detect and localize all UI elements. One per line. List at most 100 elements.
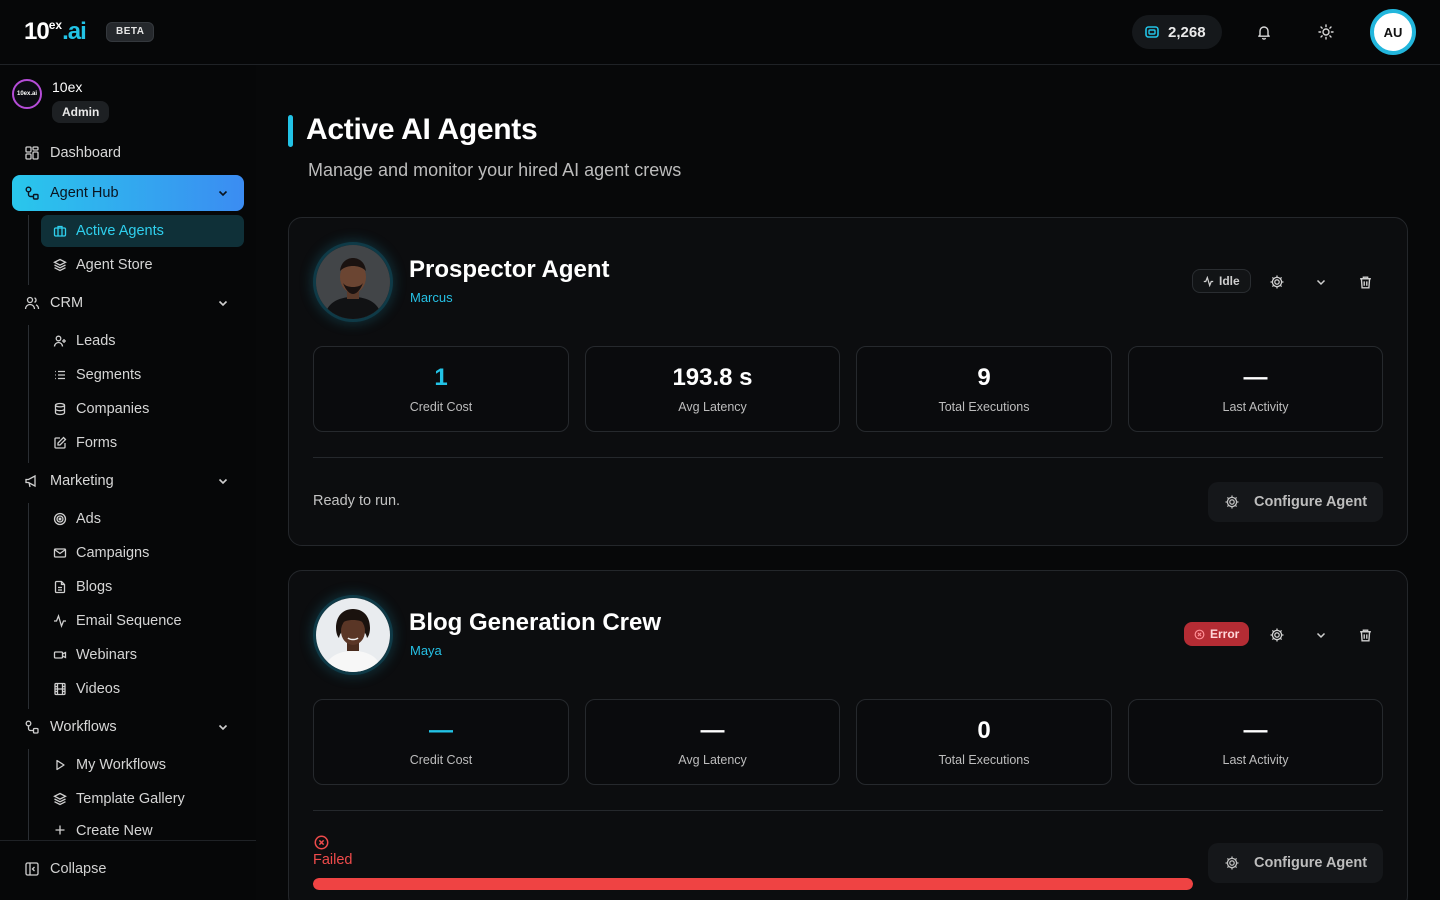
run-progress-fill [313,878,1193,890]
sidebar-item-marketing[interactable]: Marketing [12,463,244,499]
delete-agent-button[interactable] [1356,273,1374,291]
agent-settings-button[interactable] [1268,273,1286,291]
top-bar: 10 ex .ai BETA 2,268 AU [0,0,1440,65]
submenu-guide [28,325,29,463]
sidebar-item-email-sequence[interactable]: Email Sequence [41,605,244,637]
agent-name: Blog Generation Crew [409,609,662,636]
status-badge: Error [1184,622,1250,646]
sidebar-item-agent-store[interactable]: Agent Store [41,249,244,281]
workflow-icon [25,720,39,734]
agent-avatar [313,242,393,322]
org-switcher[interactable]: 10ex.ai [12,79,42,109]
org-logo: 10ex.ai [12,79,42,109]
gear-icon [1225,856,1239,870]
sidebar-item-crm[interactable]: CRM [12,285,244,321]
credits-balance[interactable]: 2,268 [1132,15,1222,49]
org-name: 10ex [52,79,83,95]
notifications-button[interactable] [1252,20,1276,44]
layers-icon [53,792,67,806]
page-subtitle: Manage and monitor your hired AI agent c… [308,160,682,180]
chevron-down-icon [1316,632,1326,639]
credits-value: 2,268 [1168,23,1206,41]
sidebar: 10ex.ai 10ex Admin Dashboard Agent Hub A… [0,65,256,900]
user-avatar[interactable]: AU [1370,9,1416,55]
stat-total-executions: 0 Total Executions [856,699,1112,785]
sun-icon [1318,24,1334,40]
credits-icon [1145,26,1159,38]
file-text-icon [54,580,66,594]
sidebar-item-segments[interactable]: Segments [41,359,244,391]
activity-icon [1203,275,1214,287]
database-icon [54,402,66,416]
submenu-guide [28,749,29,840]
stat-last-activity: — Last Activity [1128,699,1383,785]
sidebar-item-active-agents[interactable]: Active Agents [41,215,244,247]
sidebar-item-ads[interactable]: Ads [41,503,244,535]
mail-icon [53,548,67,558]
bell-icon [1258,26,1270,40]
stat-avg-latency: — Avg Latency [585,699,840,785]
sidebar-item-companies[interactable]: Companies [41,393,244,425]
chevron-down-icon [1316,279,1326,286]
sidebar-item-leads[interactable]: Leads [41,325,244,357]
workflow-icon [25,186,39,200]
sidebar-item-create-new[interactable]: Create New [41,817,244,840]
sidebar-item-videos[interactable]: Videos [41,673,244,705]
target-icon [53,512,67,526]
title-accent-bar [288,115,293,147]
submenu-guide [28,215,29,285]
list-icon [55,370,65,380]
sidebar-item-campaigns[interactable]: Campaigns [41,537,244,569]
configure-agent-button[interactable]: Configure Agent [1208,843,1383,883]
user-plus-icon [53,335,66,347]
sidebar-footer: Collapse [0,840,256,900]
panel-collapse-icon [25,862,39,876]
gear-icon [1225,495,1239,509]
expand-button[interactable] [1312,626,1330,644]
sidebar-item-workflows[interactable]: Workflows [12,709,244,745]
agent-card: Blog Generation Crew Maya Error — Credit… [288,570,1408,900]
layers-icon [53,258,67,272]
stat-credit-cost: 1 Credit Cost [313,346,569,432]
megaphone-icon [25,474,36,488]
run-progress-bar [313,878,1193,890]
dashboard-icon [25,146,39,160]
play-icon [56,759,65,771]
sidebar-item-dashboard[interactable]: Dashboard [12,135,244,171]
agent-status-message: Failed [313,852,353,868]
sidebar-item-agent-hub[interactable]: Agent Hub [12,175,244,211]
trash-icon [1359,628,1371,642]
gear-icon [1270,275,1284,289]
sidebar-item-blogs[interactable]: Blogs [41,571,244,603]
agent-name: Prospector Agent [409,256,610,283]
agent-settings-button[interactable] [1268,626,1286,644]
chevron-down-icon [218,478,228,485]
agent-avatar [313,595,393,675]
theme-toggle[interactable] [1314,20,1338,44]
collapse-sidebar-button[interactable]: Collapse [24,861,106,877]
agent-portrait-icon [316,245,390,319]
sidebar-item-webinars[interactable]: Webinars [41,639,244,671]
edit-icon [54,436,67,449]
x-circle-icon [314,835,329,850]
sidebar-item-forms[interactable]: Forms [41,427,244,459]
stat-credit-cost: — Credit Cost [313,699,569,785]
agent-card: Prospector Agent Marcus Idle 1 Credit Co… [288,217,1408,546]
plus-icon [55,825,65,835]
sidebar-item-my-workflows[interactable]: My Workflows [41,749,244,781]
agent-status-message: Ready to run. [313,493,401,509]
page-title: Active AI Agents [306,113,538,146]
app-logo[interactable]: 10 ex .ai [24,18,87,46]
agent-persona: Marcus [410,290,453,305]
agent-portrait-icon [316,598,390,672]
delete-agent-button[interactable] [1356,626,1374,644]
agent-persona: Maya [410,643,442,658]
expand-button[interactable] [1312,273,1330,291]
video-camera-icon [53,651,67,659]
trash-icon [1359,275,1371,289]
configure-agent-button[interactable]: Configure Agent [1208,482,1383,522]
stat-last-activity: — Last Activity [1128,346,1383,432]
users-icon [24,296,40,310]
sidebar-item-template-gallery[interactable]: Template Gallery [41,783,244,815]
stat-avg-latency: 193.8 s Avg Latency [585,346,840,432]
